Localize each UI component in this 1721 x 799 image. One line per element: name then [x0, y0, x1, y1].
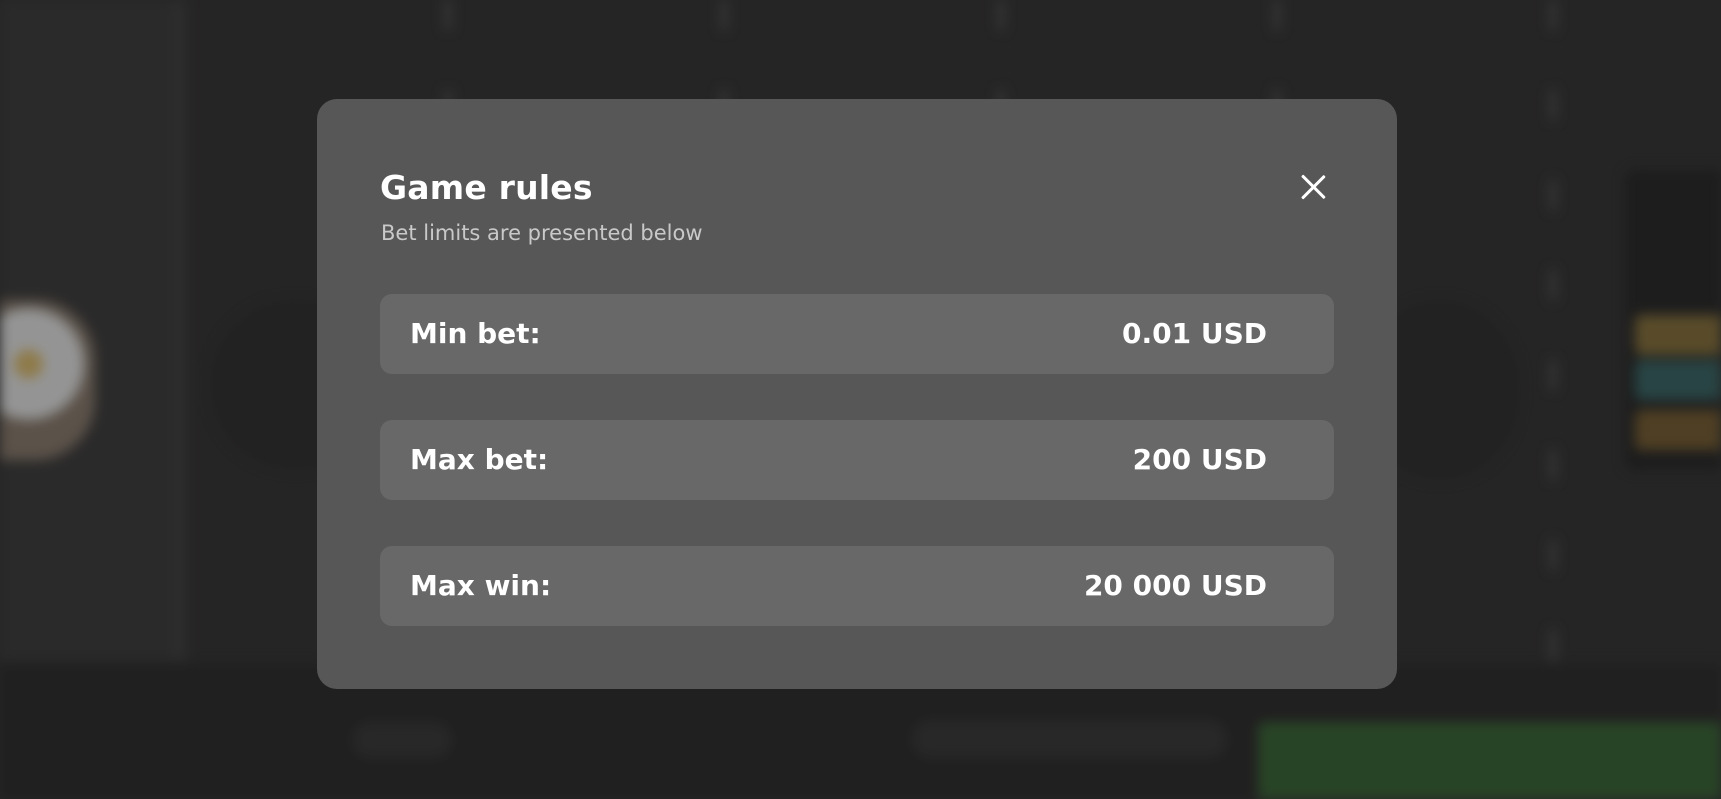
modal-subtitle: Bet limits are presented below: [381, 221, 703, 245]
limit-label: Max win:: [410, 569, 552, 602]
limit-value: 200 USD: [1132, 443, 1267, 476]
limit-label: Max bet:: [410, 443, 549, 476]
close-icon[interactable]: [1297, 171, 1329, 203]
max-bet-row: Max bet: 200 USD: [380, 420, 1334, 500]
game-rules-modal: Game rules Bet limits are presented belo…: [317, 99, 1397, 689]
game-screen: Game rules Bet limits are presented belo…: [0, 0, 1721, 799]
limit-label: Min bet:: [410, 317, 541, 350]
limit-value: 20 000 USD: [1083, 569, 1267, 602]
min-bet-row: Min bet: 0.01 USD: [380, 294, 1334, 374]
modal-title: Game rules: [380, 168, 593, 207]
limit-value: 0.01 USD: [1122, 317, 1267, 350]
max-win-row: Max win: 20 000 USD: [380, 546, 1334, 626]
